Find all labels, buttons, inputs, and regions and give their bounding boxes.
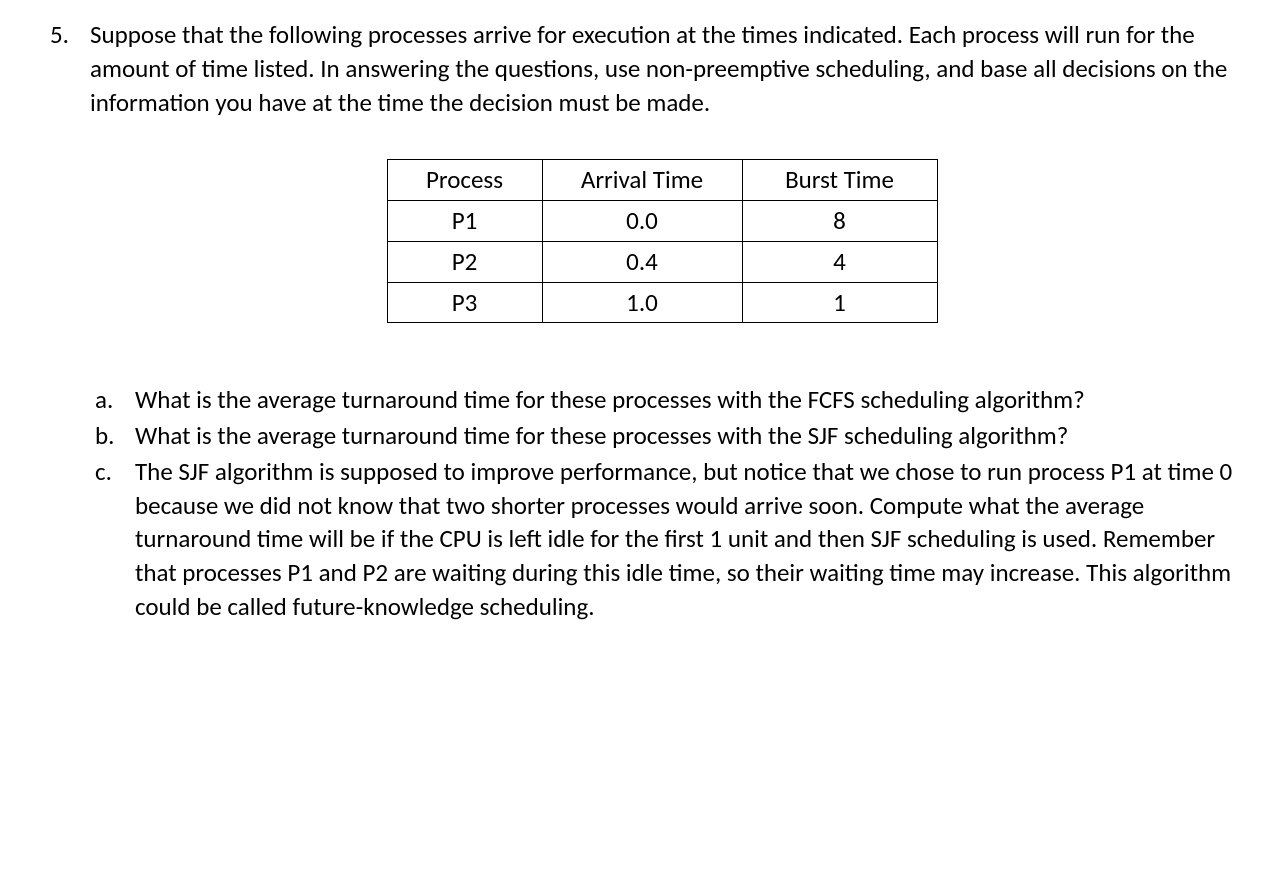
cell-arrival: 0.0: [542, 201, 742, 242]
subitem-c: c. The SJF algorithm is supposed to impr…: [90, 455, 1234, 624]
table-header-burst: Burst Time: [742, 160, 937, 201]
cell-arrival: 1.0: [542, 282, 742, 323]
table-row: P2 0.4 4: [387, 241, 937, 282]
subitem-text: What is the average turnaround time for …: [135, 419, 1234, 453]
question-number: 5.: [30, 18, 90, 52]
process-table-wrap: Process Arrival Time Burst Time P1 0.0 8…: [90, 159, 1234, 323]
subitem-label: c.: [90, 455, 135, 489]
table-row: P3 1.0 1: [387, 282, 937, 323]
subitem-label: b.: [90, 419, 135, 453]
subitems-list: a. What is the average turnaround time f…: [90, 383, 1234, 623]
cell-process: P3: [387, 282, 542, 323]
question-body: Suppose that the following processes arr…: [90, 18, 1254, 626]
question-block: 5. Suppose that the following processes …: [30, 18, 1254, 626]
cell-burst: 1: [742, 282, 937, 323]
table-header-arrival: Arrival Time: [542, 160, 742, 201]
process-table: Process Arrival Time Burst Time P1 0.0 8…: [387, 159, 938, 323]
subitem-label: a.: [90, 383, 135, 417]
subitem-text: What is the average turnaround time for …: [135, 383, 1234, 417]
cell-arrival: 0.4: [542, 241, 742, 282]
table-row: P1 0.0 8: [387, 201, 937, 242]
question-main-text: Suppose that the following processes arr…: [90, 18, 1234, 119]
table-header-row: Process Arrival Time Burst Time: [387, 160, 937, 201]
document-page: 5. Suppose that the following processes …: [0, 0, 1284, 644]
cell-process: P2: [387, 241, 542, 282]
subitem-text: The SJF algorithm is supposed to improve…: [135, 455, 1234, 624]
table-header-process: Process: [387, 160, 542, 201]
cell-process: P1: [387, 201, 542, 242]
cell-burst: 4: [742, 241, 937, 282]
subitem-b: b. What is the average turnaround time f…: [90, 419, 1234, 453]
cell-burst: 8: [742, 201, 937, 242]
subitem-a: a. What is the average turnaround time f…: [90, 383, 1234, 417]
